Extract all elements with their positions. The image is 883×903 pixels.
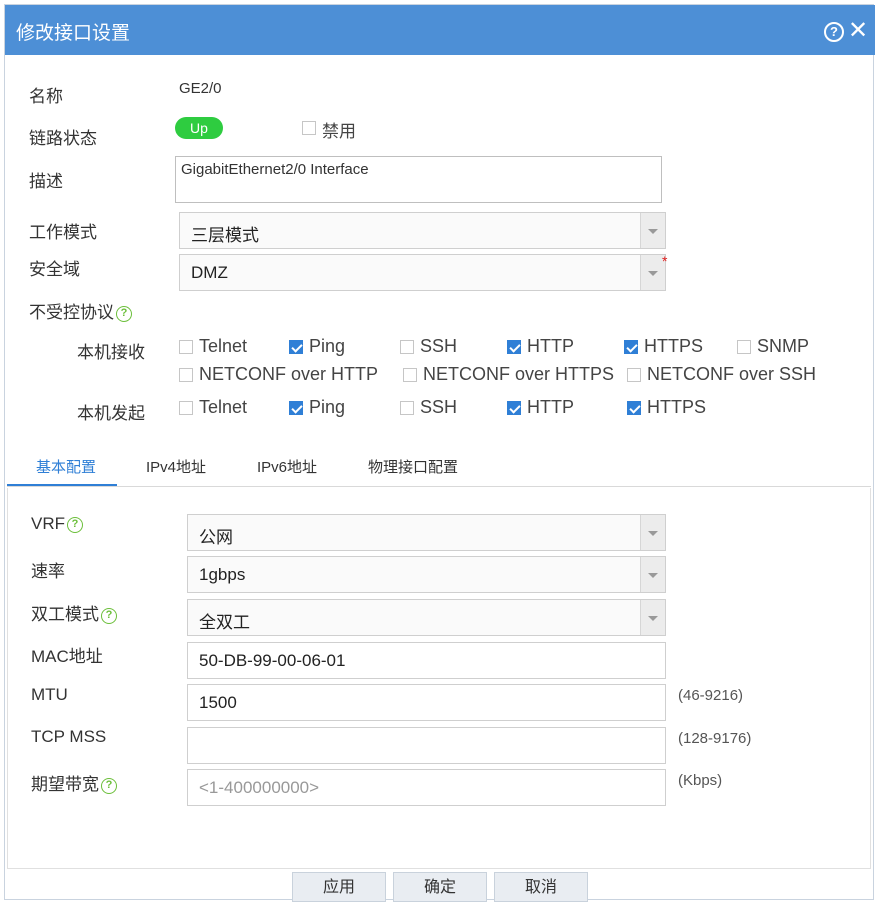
description-label: 描述 xyxy=(29,172,63,191)
recv-http-checkbox[interactable] xyxy=(507,340,521,354)
send-https-checkbox[interactable] xyxy=(627,401,641,415)
recv-netconf-https-label: NETCONF over HTTPS xyxy=(423,364,615,384)
tcp-mss-input[interactable] xyxy=(187,727,666,764)
send-http-checkbox[interactable] xyxy=(507,401,521,415)
security-zone-label: 安全域 xyxy=(29,260,80,279)
bandwidth-input[interactable]: <1-400000000> xyxy=(187,769,666,806)
close-icon[interactable]: ✕ xyxy=(847,19,869,43)
vrf-text: VRF xyxy=(31,514,65,533)
link-status-badge: Up xyxy=(175,117,223,139)
required-mark: * xyxy=(662,253,668,269)
work-mode-value: 三层模式 xyxy=(191,226,259,245)
tcp-mss-label: TCP MSS xyxy=(31,727,107,746)
send-ssh-label: SSH xyxy=(420,397,458,417)
name-value: GE2/0 xyxy=(179,80,222,97)
send-https-label: HTTPS xyxy=(647,397,707,417)
help-icon[interactable]: ? xyxy=(67,517,83,533)
send-ping-checkbox[interactable] xyxy=(289,401,303,415)
recv-telnet-checkbox[interactable] xyxy=(179,340,193,354)
recv-ping-checkbox[interactable] xyxy=(289,340,303,354)
apply-button[interactable]: 应用 xyxy=(292,872,386,902)
chevron-down-icon[interactable] xyxy=(640,213,665,248)
help-icon[interactable]: ? xyxy=(116,306,132,322)
duplex-select[interactable]: 全双工 xyxy=(187,599,666,636)
unmanaged-protocol-text: 不受控协议 xyxy=(29,303,114,322)
vrf-label: VRF? xyxy=(31,514,83,534)
security-zone-select[interactable]: DMZ xyxy=(179,254,666,291)
vrf-value: 公网 xyxy=(199,528,233,547)
tab-ipv6-address[interactable]: IPv6地址 xyxy=(257,456,317,477)
recv-ssh-label: SSH xyxy=(420,336,458,356)
local-receive-label: 本机接收 xyxy=(77,343,145,362)
duplex-value: 全双工 xyxy=(199,613,250,632)
mtu-label: MTU xyxy=(31,685,68,704)
dialog-title: 修改接口设置 xyxy=(16,23,131,44)
help-icon[interactable]: ? xyxy=(101,778,117,794)
active-tab-indicator xyxy=(7,484,117,486)
mac-input[interactable]: 50-DB-99-00-06-01 xyxy=(187,642,666,679)
recv-ping-label: Ping xyxy=(309,336,346,356)
recv-netconf-http-checkbox[interactable] xyxy=(179,368,193,382)
tab-divider xyxy=(7,486,871,487)
local-send-label: 本机发起 xyxy=(77,404,145,423)
send-http-label: HTTP xyxy=(527,397,574,417)
bandwidth-text: 期望带宽 xyxy=(31,775,99,794)
bandwidth-label: 期望带宽? xyxy=(31,770,117,795)
recv-http-label: HTTP xyxy=(527,336,574,356)
link-status-label: 链路状态 xyxy=(29,129,97,148)
recv-https-label: HTTPS xyxy=(644,336,704,356)
recv-netconf-ssh-label: NETCONF over SSH xyxy=(647,364,817,384)
duplex-text: 双工模式 xyxy=(31,605,99,624)
recv-netconf-http-label: NETCONF over HTTP xyxy=(199,364,379,384)
security-zone-value: DMZ xyxy=(191,263,228,282)
help-icon[interactable]: ? xyxy=(101,608,117,624)
cancel-button[interactable]: 取消 xyxy=(494,872,588,902)
name-label: 名称 xyxy=(29,87,63,106)
speed-label: 速率 xyxy=(31,562,65,581)
speed-value: 1gbps xyxy=(199,565,246,584)
dialog-titlebar: 修改接口设置 ? ✕ xyxy=(5,5,875,55)
disable-checkbox[interactable] xyxy=(302,121,316,135)
work-mode-select[interactable]: 三层模式 xyxy=(179,212,666,249)
tcp-mss-range-hint: (128-9176) xyxy=(678,730,752,747)
work-mode-label: 工作模式 xyxy=(29,223,97,242)
mtu-input[interactable]: 1500 xyxy=(187,684,666,721)
mac-value: 50-DB-99-00-06-01 xyxy=(199,651,346,670)
chevron-down-icon[interactable] xyxy=(640,515,665,550)
unmanaged-protocol-label: 不受控协议? xyxy=(29,298,132,323)
recv-snmp-checkbox[interactable] xyxy=(737,340,751,354)
ok-button[interactable]: 确定 xyxy=(393,872,487,902)
help-icon[interactable]: ? xyxy=(824,22,844,42)
recv-netconf-https-checkbox[interactable] xyxy=(403,368,417,382)
description-textarea[interactable]: GigabitEthernet2/0 Interface xyxy=(175,156,662,203)
mtu-range-hint: (46-9216) xyxy=(678,687,744,704)
bandwidth-placeholder: <1-400000000> xyxy=(199,778,320,797)
tab-physical-interface[interactable]: 物理接口配置 xyxy=(368,456,458,477)
chevron-down-icon[interactable] xyxy=(640,600,665,635)
tab-basic-config[interactable]: 基本配置 xyxy=(36,456,96,477)
vrf-select[interactable]: 公网 xyxy=(187,514,666,551)
send-ping-label: Ping xyxy=(309,397,346,417)
recv-ssh-checkbox[interactable] xyxy=(400,340,414,354)
speed-select[interactable]: 1gbps xyxy=(187,556,666,593)
chevron-down-icon[interactable] xyxy=(640,557,665,592)
send-telnet-checkbox[interactable] xyxy=(179,401,193,415)
recv-https-checkbox[interactable] xyxy=(624,340,638,354)
mtu-value: 1500 xyxy=(199,693,237,712)
mac-label: MAC地址 xyxy=(31,647,103,666)
send-ssh-checkbox[interactable] xyxy=(400,401,414,415)
disable-label: 禁用 xyxy=(322,122,356,141)
duplex-label: 双工模式? xyxy=(31,600,117,625)
send-telnet-label: Telnet xyxy=(199,397,248,417)
recv-netconf-ssh-checkbox[interactable] xyxy=(627,368,641,382)
tab-ipv4-address[interactable]: IPv4地址 xyxy=(146,456,206,477)
recv-snmp-label: SNMP xyxy=(757,336,810,356)
recv-telnet-label: Telnet xyxy=(199,336,248,356)
bandwidth-unit-hint: (Kbps) xyxy=(678,772,723,789)
